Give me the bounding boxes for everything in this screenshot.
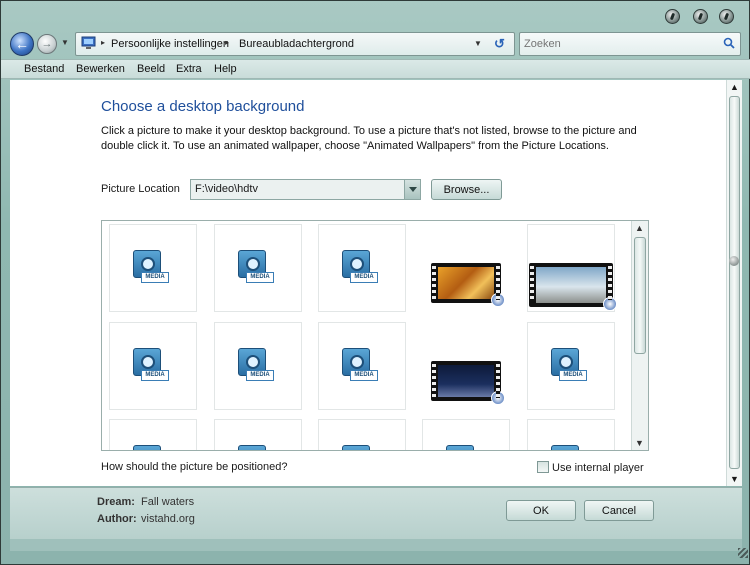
menu-file[interactable]: Bestand — [24, 63, 64, 75]
position-question: How should the picture be positioned? — [101, 461, 288, 473]
picture-gallery[interactable]: MEDIA MEDIA MEDIA MEDIA MEDIA MEDIA MEDI… — [101, 220, 649, 451]
media-file-icon: MEDIA — [342, 250, 378, 288]
scroll-down-icon[interactable]: ▼ — [730, 474, 739, 484]
page-title: Choose a desktop background — [101, 98, 305, 115]
thumbnail-media-5[interactable]: MEDIA — [214, 322, 302, 410]
thumbnail-media-3[interactable]: MEDIA — [318, 224, 406, 312]
thumbnail-media-6[interactable]: MEDIA — [318, 322, 406, 410]
minimize-button[interactable] — [665, 9, 680, 24]
address-dropdown-icon[interactable]: ▼ — [474, 39, 482, 48]
author-label: Author: — [97, 513, 137, 525]
page-description: Click a picture to make it your desktop … — [101, 125, 637, 152]
refresh-icon[interactable]: ↺ — [494, 36, 505, 52]
breadcrumb-separator-icon[interactable]: ▸ — [101, 38, 105, 47]
use-internal-player-label[interactable]: Use internal player — [552, 462, 644, 474]
menu-edit[interactable]: Bewerken — [76, 63, 125, 75]
animated-wallpaper-icon — [603, 297, 617, 311]
search-input[interactable] — [524, 36, 714, 52]
scroll-up-icon[interactable]: ▲ — [730, 82, 739, 92]
thumbnail-media-4[interactable]: MEDIA — [109, 322, 197, 410]
search-icon[interactable] — [723, 37, 735, 49]
maximize-button[interactable] — [693, 9, 708, 24]
menu-help[interactable]: Help — [214, 63, 237, 75]
thumbnail-media-9[interactable]: MEDIA — [214, 419, 302, 450]
window-frame: ← → ▼ ▸ Persoonlijke instellingen ▸ Bure… — [0, 0, 750, 565]
picture-location-select[interactable]: F:\video\hdtv — [190, 179, 421, 200]
media-file-icon: MEDIA — [342, 445, 378, 450]
footer-panel: Dream: Fall waters Author: vistahd.org O… — [10, 487, 742, 539]
author-value: vistahd.org — [141, 513, 195, 525]
thumbnail-video-city[interactable] — [422, 322, 510, 410]
use-internal-player-checkbox[interactable]: Use internal player — [537, 461, 644, 474]
video-preview-icon — [431, 361, 505, 405]
browse-button[interactable]: Browse... — [431, 179, 502, 200]
thumbnail-media-8[interactable]: MEDIA — [109, 419, 197, 450]
menu-view[interactable]: Beeld — [137, 63, 165, 75]
picture-location-value: F:\video\hdtv — [195, 183, 258, 195]
chevron-down-icon[interactable] — [404, 180, 420, 199]
control-panel-icon — [81, 36, 96, 49]
media-file-icon: MEDIA — [238, 250, 274, 288]
thumbnail-media-12[interactable]: MEDIA — [527, 419, 615, 450]
media-file-icon: MEDIA — [133, 250, 169, 288]
window-bottom-edge — [10, 539, 742, 551]
dream-label: Dream: — [97, 496, 135, 508]
close-button[interactable] — [719, 9, 734, 24]
title-bar — [1, 1, 750, 29]
resize-knob-icon[interactable] — [729, 256, 739, 266]
gallery-scroll-thumb[interactable] — [634, 237, 646, 354]
thumbnail-media-1[interactable]: MEDIA — [109, 224, 197, 312]
breadcrumb-desktop-background[interactable]: Bureaublad­achtergrond — [239, 38, 354, 50]
content-panel: Choose a desktop background Click a pict… — [10, 80, 726, 486]
address-bar[interactable]: ▸ Persoonlijke instellingen ▸ Bureaublad… — [75, 32, 515, 56]
media-file-icon: MEDIA — [342, 348, 378, 386]
dream-value: Fall waters — [141, 496, 195, 508]
forward-arrow-icon: → — [41, 38, 53, 50]
media-file-icon: MEDIA — [551, 445, 587, 450]
scroll-up-icon[interactable]: ▲ — [635, 223, 644, 233]
back-button[interactable]: ← — [10, 32, 34, 56]
picture-location-label: Picture Location — [101, 183, 180, 195]
ok-button[interactable]: OK — [506, 500, 576, 521]
content-scroll-thumb[interactable] — [729, 96, 740, 469]
scroll-down-icon[interactable]: ▼ — [635, 438, 644, 448]
navigation-bar: ← → ▼ ▸ Persoonlijke instellingen ▸ Bure… — [1, 29, 750, 59]
animated-wallpaper-icon — [491, 293, 505, 307]
breadcrumb-personalization[interactable]: Persoonlijke instellingen — [111, 38, 229, 50]
menu-tools[interactable]: Extra — [176, 63, 202, 75]
history-dropdown-icon[interactable]: ▼ — [61, 38, 69, 47]
media-file-icon: MEDIA — [133, 445, 169, 450]
content-scrollbar[interactable]: ▲ ▼ — [726, 80, 742, 486]
animated-wallpaper-icon — [491, 391, 505, 405]
forward-button[interactable]: → — [37, 34, 57, 54]
search-box[interactable] — [519, 32, 741, 56]
media-file-icon: MEDIA — [446, 445, 482, 450]
menu-bar: Bestand Bewerken Beeld Extra Help — [1, 59, 750, 79]
back-arrow-icon: ← — [15, 36, 29, 52]
media-file-icon: MEDIA — [133, 348, 169, 386]
thumbnail-video-autumn[interactable] — [422, 224, 510, 312]
video-preview-icon — [529, 263, 617, 311]
media-file-icon: MEDIA — [238, 348, 274, 386]
thumbnail-media-7[interactable]: MEDIA — [527, 322, 615, 410]
thumbnail-media-11[interactable]: MEDIA — [422, 419, 510, 450]
video-preview-icon — [431, 263, 505, 307]
checkbox-icon[interactable] — [537, 461, 549, 473]
resize-grip-icon[interactable] — [738, 548, 748, 558]
thumbnail-media-10[interactable]: MEDIA — [318, 419, 406, 450]
thumbnail-video-sky[interactable] — [527, 224, 617, 312]
gallery-scrollbar[interactable]: ▲ ▼ — [631, 221, 648, 450]
media-file-icon: MEDIA — [238, 445, 274, 450]
media-file-icon: MEDIA — [551, 348, 587, 386]
breadcrumb-separator-icon[interactable]: ▸ — [225, 38, 229, 47]
cancel-button[interactable]: Cancel — [584, 500, 654, 521]
thumbnail-media-2[interactable]: MEDIA — [214, 224, 302, 312]
